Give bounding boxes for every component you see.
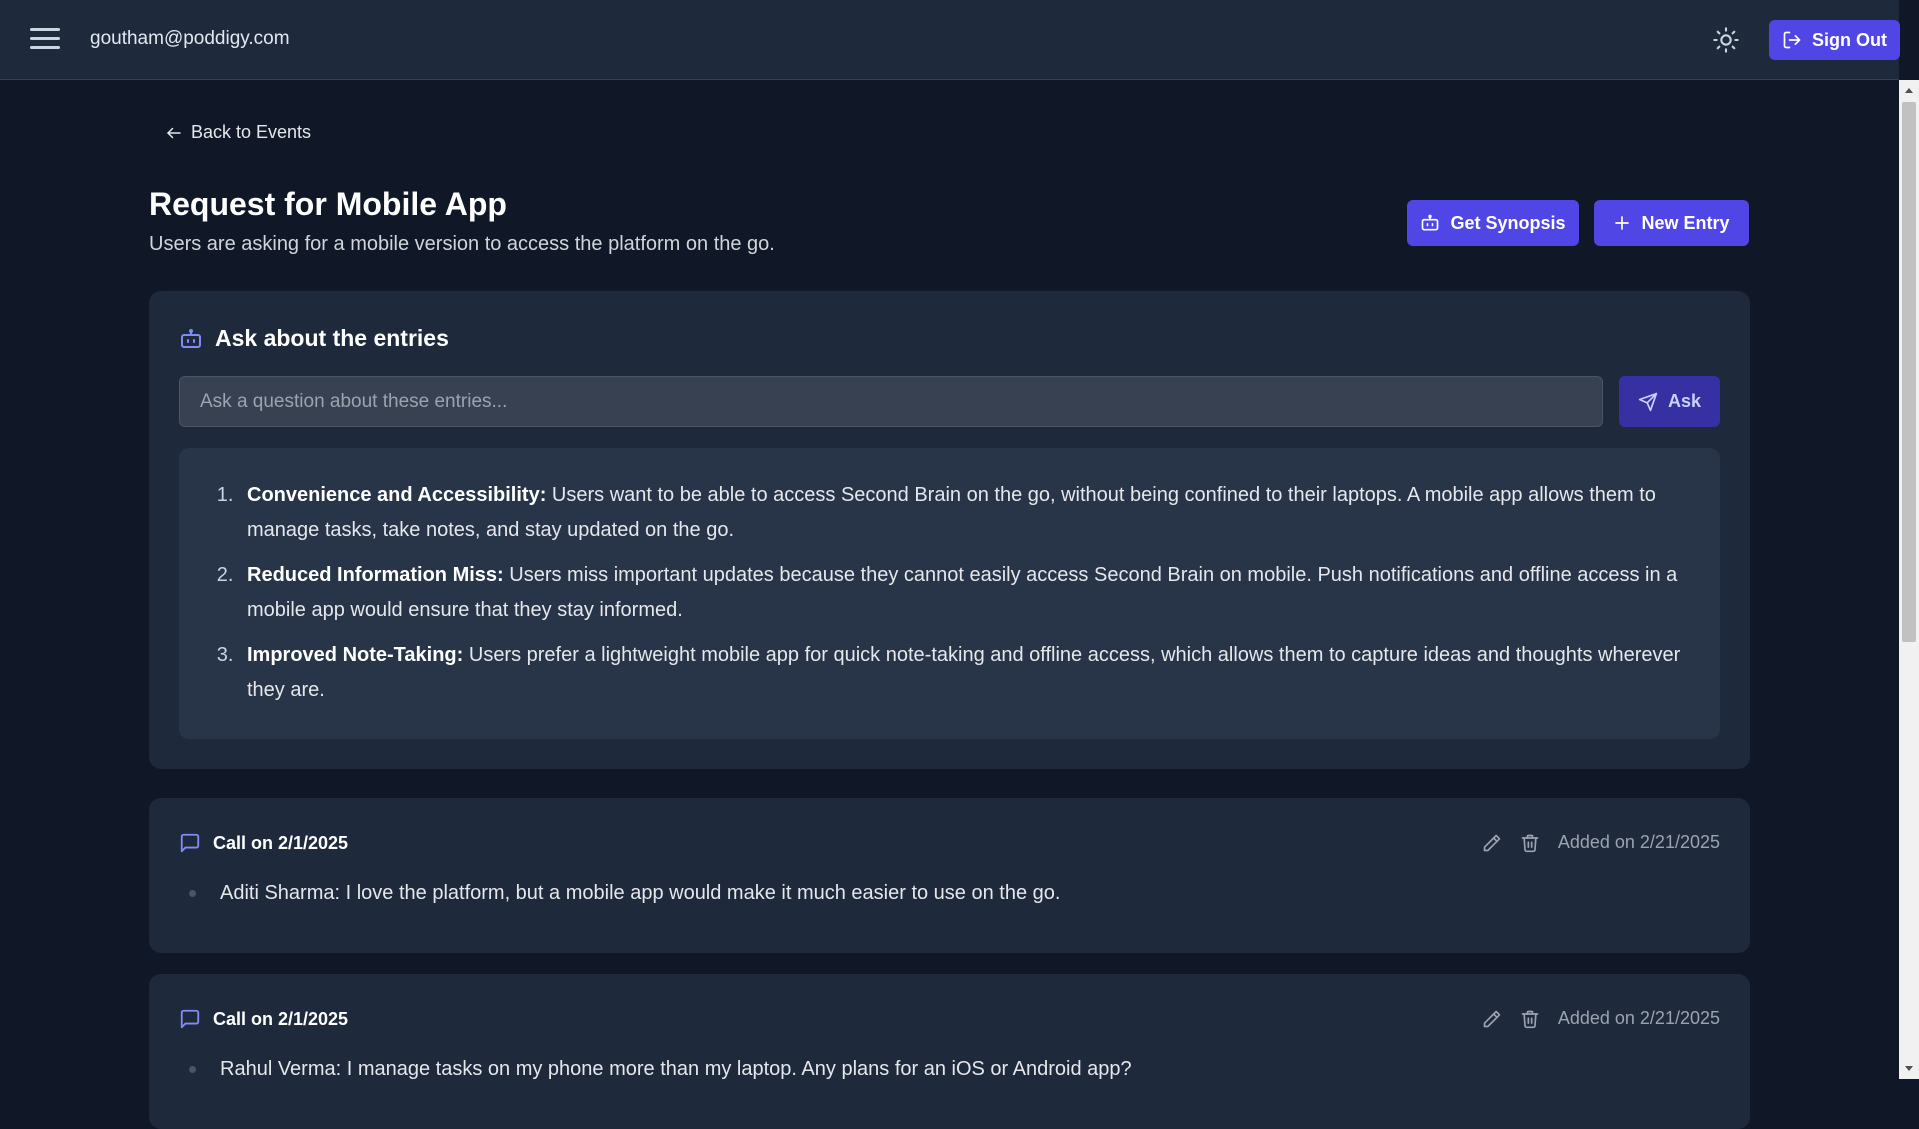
- entry-actions: Added on 2/21/2025: [1482, 832, 1720, 853]
- entry-note-text: Aditi Sharma: I love the platform, but a…: [220, 882, 1061, 904]
- bullet-icon: [189, 1066, 196, 1073]
- answer-heading: Improved Note-Taking:: [247, 644, 464, 666]
- entry-actions: Added on 2/21/2025: [1482, 1008, 1720, 1029]
- new-entry-button[interactable]: New Entry: [1594, 200, 1749, 246]
- ask-button[interactable]: Ask: [1619, 376, 1720, 427]
- page-description: Users are asking for a mobile version to…: [149, 233, 775, 255]
- vertical-scrollbar[interactable]: [1899, 80, 1919, 1079]
- answer-heading: Reduced Information Miss:: [247, 564, 504, 586]
- entry-title: Call on 2/1/2025: [179, 1008, 348, 1030]
- answer-box: Convenience and Accessibility: Users wan…: [179, 448, 1720, 739]
- entry-title: Call on 2/1/2025: [179, 832, 348, 854]
- send-icon: [1638, 392, 1658, 412]
- pencil-icon[interactable]: [1482, 833, 1502, 853]
- hamburger-menu-icon[interactable]: [30, 28, 60, 52]
- entry-title-label: Call on 2/1/2025: [213, 832, 349, 853]
- entry-note: Rahul Verma: I manage tasks on my phone …: [189, 1058, 1132, 1081]
- user-email: goutham@poddigy.com: [90, 28, 290, 49]
- ask-panel: Ask about the entries Ask Convenience an…: [149, 291, 1750, 769]
- entry-note: Aditi Sharma: I love the platform, but a…: [189, 882, 1060, 905]
- plus-icon: [1613, 214, 1631, 232]
- entry-card: Call on 2/1/2025 Added on 2/21/2025 Rahu…: [149, 974, 1750, 1129]
- trash-icon[interactable]: [1520, 1009, 1540, 1029]
- entry-added-date: Added on 2/21/2025: [1557, 1008, 1720, 1028]
- back-to-events-link[interactable]: Back to Events: [165, 122, 311, 143]
- message-square-icon: [179, 1008, 201, 1030]
- get-synopsis-label: Get Synopsis: [1450, 212, 1566, 233]
- sign-out-label: Sign Out: [1812, 29, 1887, 50]
- answer-heading: Convenience and Accessibility:: [247, 484, 547, 506]
- entry-card: Call on 2/1/2025 Added on 2/21/2025 Adit…: [149, 798, 1750, 953]
- trash-icon[interactable]: [1520, 833, 1540, 853]
- entry-title-label: Call on 2/1/2025: [213, 1008, 349, 1029]
- arrow-left-icon: [165, 124, 183, 142]
- new-entry-label: New Entry: [1641, 212, 1730, 233]
- page-title: Request for Mobile App: [149, 186, 507, 222]
- bullet-icon: [189, 890, 196, 897]
- message-square-icon: [179, 832, 201, 854]
- ask-question-input[interactable]: [179, 376, 1603, 427]
- answer-item: Reduced Information Miss: Users miss imp…: [239, 558, 1700, 628]
- scroll-down-icon[interactable]: [1899, 1061, 1919, 1077]
- answer-list: Convenience and Accessibility: Users wan…: [179, 478, 1700, 708]
- bot-icon: [1420, 213, 1440, 233]
- get-synopsis-button[interactable]: Get Synopsis: [1407, 200, 1579, 246]
- ask-heading: Ask about the entries: [179, 325, 449, 352]
- ask-heading-label: Ask about the entries: [215, 325, 449, 351]
- top-navigation-bar: goutham@poddigy.com Sign Out: [0, 0, 1900, 80]
- sign-out-icon: [1782, 30, 1802, 50]
- sign-out-button[interactable]: Sign Out: [1769, 20, 1900, 60]
- answer-item: Improved Note-Taking: Users prefer a lig…: [239, 638, 1700, 708]
- scrollbar-thumb[interactable]: [1902, 102, 1916, 642]
- pencil-icon[interactable]: [1482, 1009, 1502, 1029]
- entry-note-text: Rahul Verma: I manage tasks on my phone …: [220, 1058, 1132, 1080]
- bot-icon: [179, 327, 203, 351]
- entry-added-date: Added on 2/21/2025: [1557, 832, 1720, 852]
- back-label: Back to Events: [191, 122, 312, 142]
- answer-item: Convenience and Accessibility: Users wan…: [239, 478, 1700, 548]
- sun-icon[interactable]: [1712, 26, 1740, 54]
- ask-button-label: Ask: [1667, 391, 1702, 411]
- scroll-up-icon[interactable]: [1899, 82, 1919, 98]
